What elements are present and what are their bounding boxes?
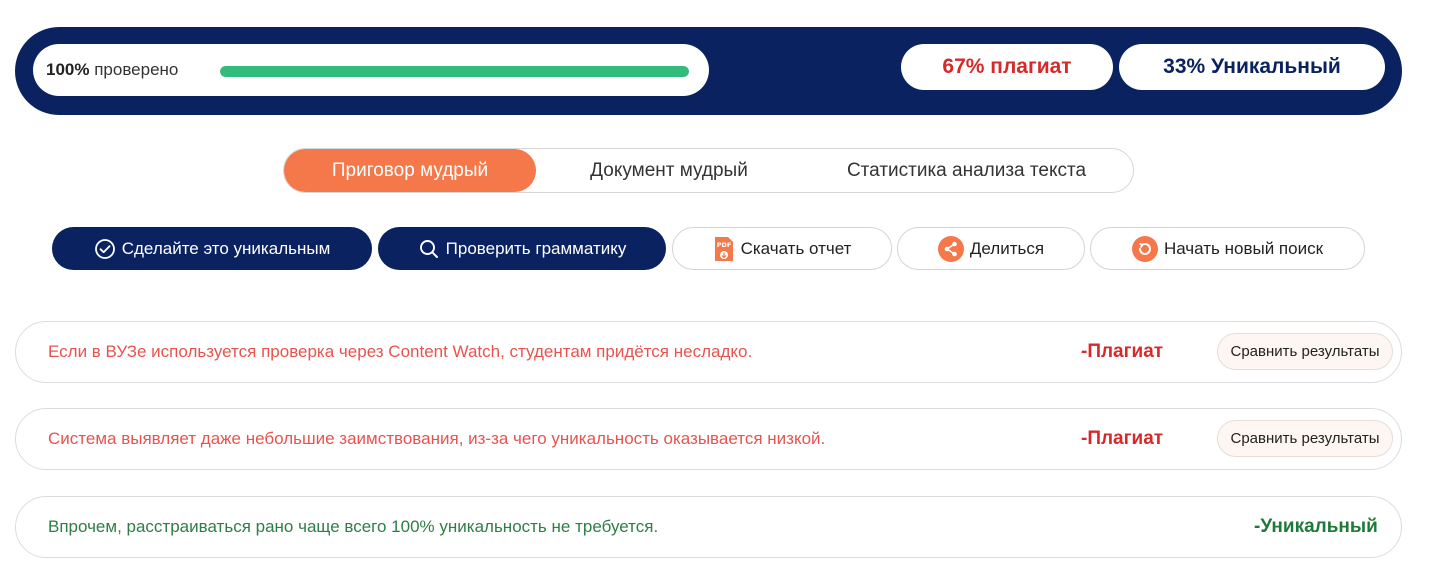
check-grammar-button[interactable]: Проверить грамматику bbox=[378, 227, 666, 270]
new-search-label: Начать новый поиск bbox=[1163, 238, 1324, 258]
tab-document-wise[interactable]: Документ мудрый bbox=[544, 149, 794, 192]
share-label: Делиться bbox=[969, 238, 1045, 258]
summary-bar: 100% проверено 67% плагиат 33% Уникальны… bbox=[15, 27, 1402, 115]
make-unique-label: Сделайте это уникальным bbox=[121, 238, 331, 258]
make-unique-button[interactable]: Сделайте это уникальным bbox=[52, 227, 372, 270]
download-report-label: Скачать отчет bbox=[740, 238, 852, 258]
share-button[interactable]: Делиться bbox=[897, 227, 1085, 270]
result-status: -Плагиат bbox=[1081, 341, 1164, 362]
pdf-download-icon: PDF bbox=[713, 236, 735, 262]
progress-label: 100% проверено bbox=[46, 44, 178, 96]
unique-score-badge: 33% Уникальный bbox=[1119, 44, 1385, 90]
compare-results-button[interactable]: Сравнить результаты bbox=[1217, 420, 1393, 457]
result-sentence: Впрочем, расстраиваться рано чаще всего … bbox=[48, 517, 659, 536]
result-sentence: Если в ВУЗе используется проверка через … bbox=[48, 342, 753, 361]
view-tabs: Приговор мудрый Документ мудрый Статисти… bbox=[283, 148, 1134, 193]
check-circle-icon bbox=[94, 238, 116, 260]
progress-percent: 100% bbox=[46, 60, 90, 79]
progress-panel: 100% проверено bbox=[33, 44, 709, 96]
result-status: -Уникальный bbox=[1254, 516, 1378, 537]
compare-results-button[interactable]: Сравнить результаты bbox=[1217, 333, 1393, 370]
refresh-icon bbox=[1131, 235, 1158, 262]
result-sentence: Система выявляет даже небольшие заимство… bbox=[48, 429, 826, 448]
progress-caption: проверено bbox=[94, 60, 179, 79]
plagiarism-score-badge: 67% плагиат bbox=[901, 44, 1113, 90]
share-icon bbox=[937, 235, 964, 262]
new-search-button[interactable]: Начать новый поиск bbox=[1090, 227, 1365, 270]
result-row: Впрочем, расстраиваться рано чаще всего … bbox=[15, 496, 1402, 558]
progress-bar-fill bbox=[220, 66, 689, 77]
tab-text-statistics[interactable]: Статистика анализа текста bbox=[804, 149, 1129, 192]
result-row: Если в ВУЗе используется проверка через … bbox=[15, 321, 1402, 383]
progress-bar bbox=[220, 66, 689, 77]
download-report-button[interactable]: PDF Скачать отчет bbox=[672, 227, 892, 270]
search-icon bbox=[418, 238, 440, 260]
tab-sentence-wise[interactable]: Приговор мудрый bbox=[284, 149, 536, 192]
check-grammar-label: Проверить грамматику bbox=[445, 238, 627, 258]
pdf-icon-text: PDF bbox=[716, 241, 731, 249]
result-status: -Плагиат bbox=[1081, 428, 1164, 449]
result-row: Система выявляет даже небольшие заимство… bbox=[15, 408, 1402, 470]
